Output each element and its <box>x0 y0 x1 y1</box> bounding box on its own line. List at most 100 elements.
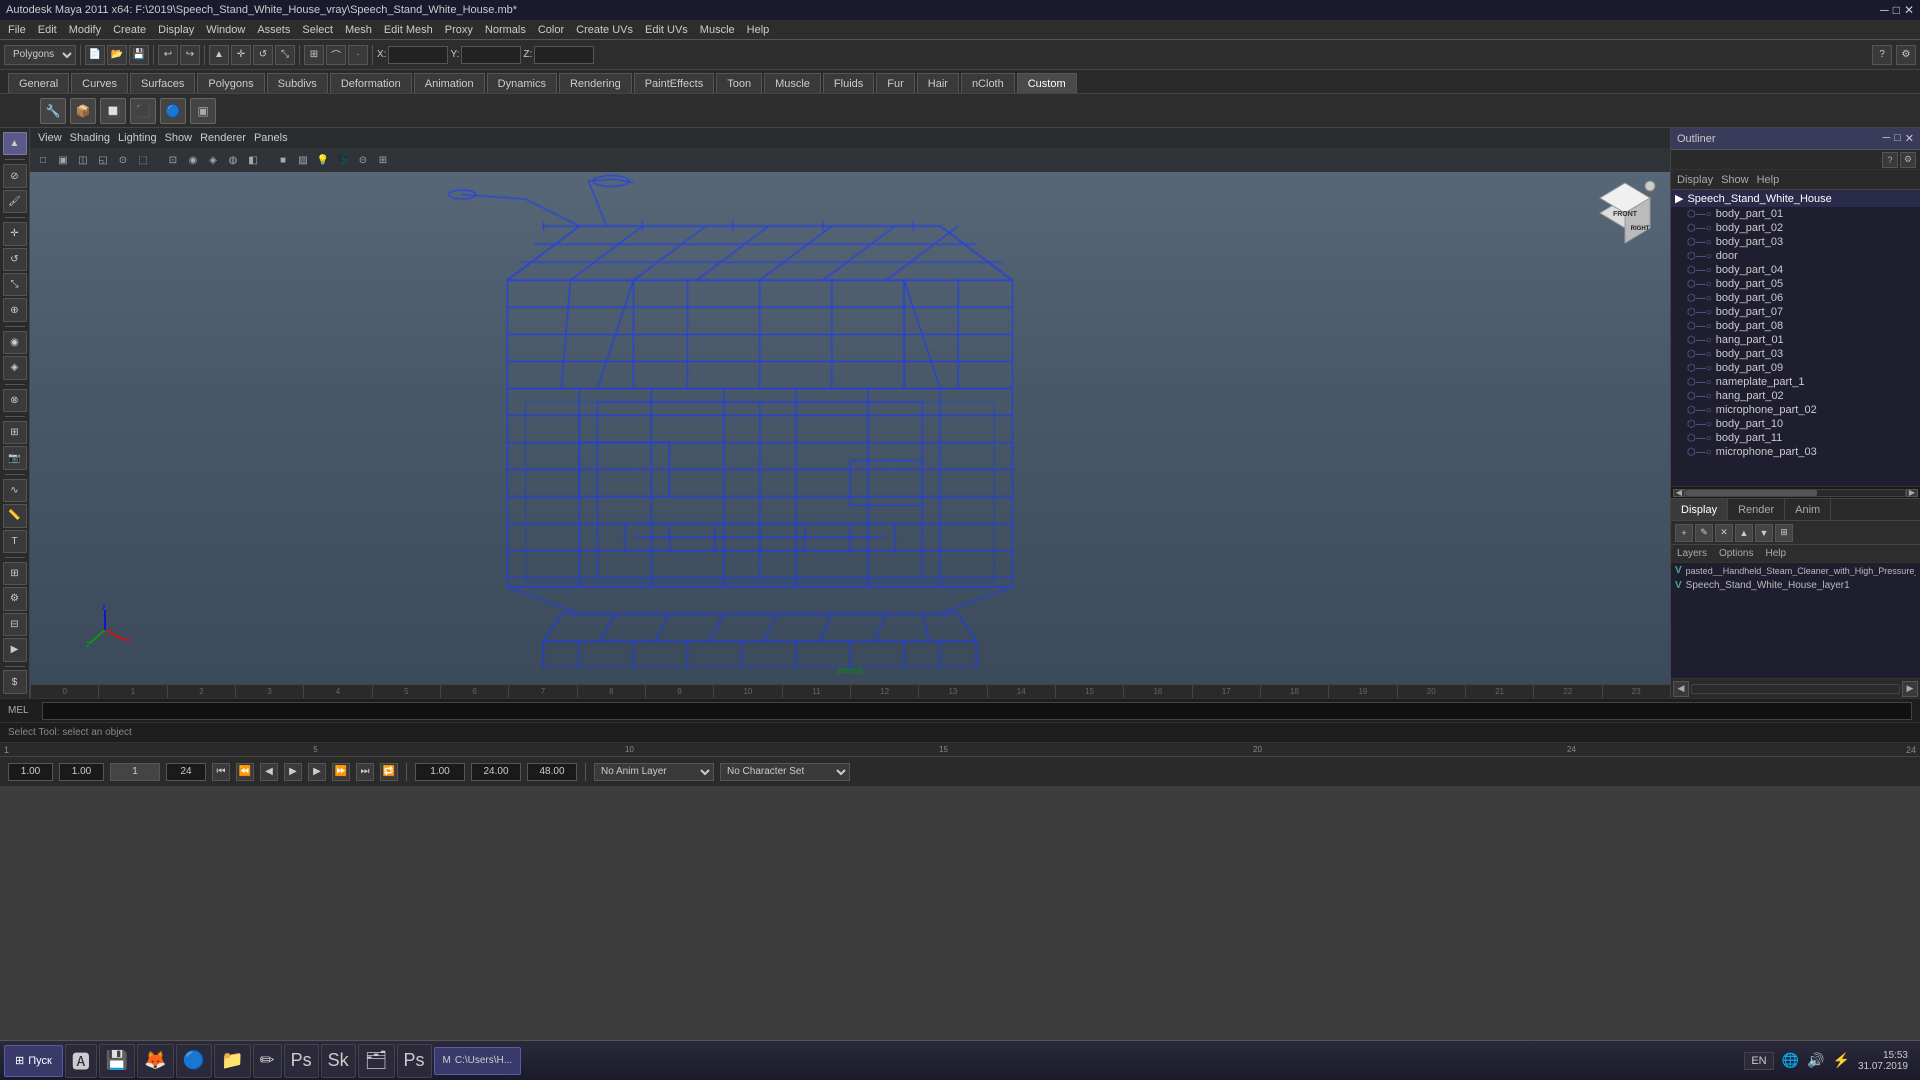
lang-selector[interactable]: EN <box>1744 1052 1773 1070</box>
vp-icon-shadow[interactable]: 🌑 <box>334 151 352 169</box>
vp-icon-6[interactable]: ⬚ <box>134 151 152 169</box>
taskbar-save-icon[interactable]: 💾 <box>99 1044 135 1078</box>
taskbar-sk-icon[interactable]: Sk <box>321 1044 356 1078</box>
settings-icon[interactable]: ⚙ <box>1896 45 1916 65</box>
scale-tool[interactable]: ⤡ <box>275 45 295 65</box>
tab-custom[interactable]: Custom <box>1017 73 1077 93</box>
vp-icon-lights[interactable]: 💡 <box>314 151 332 169</box>
measure-btn[interactable]: 📏 <box>3 504 27 527</box>
layer-btn-5[interactable]: ▼ <box>1755 524 1773 542</box>
tab-toon[interactable]: Toon <box>716 73 762 93</box>
tree-item-3[interactable]: ⬡—○ body_part_03 <box>1671 235 1920 249</box>
x-input[interactable] <box>388 46 448 64</box>
shelf-icon-2[interactable]: 📦 <box>70 98 96 124</box>
tree-item-17[interactable]: ⬡—○ body_part_11 <box>1671 431 1920 445</box>
rotate-tool[interactable]: ↺ <box>253 45 273 65</box>
tree-item-5[interactable]: ⬡—○ body_part_04 <box>1671 263 1920 277</box>
vp-icon-2[interactable]: ▣ <box>54 151 72 169</box>
rp-scroll-right[interactable]: ▶ <box>1902 681 1918 697</box>
vp-menu-show[interactable]: Show <box>165 132 193 144</box>
move-tool[interactable]: ✛ <box>231 45 251 65</box>
tree-item-6[interactable]: ⬡—○ body_part_05 <box>1671 277 1920 291</box>
next-key-btn[interactable]: ⏩ <box>332 763 350 781</box>
menu-display[interactable]: Display <box>158 24 194 36</box>
total-frames-input[interactable] <box>166 763 206 781</box>
tab-fur[interactable]: Fur <box>876 73 915 93</box>
vp-icon-4[interactable]: ◱ <box>94 151 112 169</box>
layer-opt-help[interactable]: Help <box>1765 548 1786 559</box>
select-mode-btn[interactable]: ▲ <box>3 132 27 155</box>
scrollbar-thumb[interactable] <box>1686 490 1817 496</box>
move-btn[interactable]: ✛ <box>3 222 27 245</box>
tab-animation[interactable]: Animation <box>414 73 485 93</box>
undo-btn[interactable]: ↩ <box>158 45 178 65</box>
active-window-btn[interactable]: M C:\Users\H... <box>434 1047 522 1075</box>
tab-surfaces[interactable]: Surfaces <box>130 73 195 93</box>
taskbar-ps-icon[interactable]: Ps <box>284 1044 319 1078</box>
menu-modify[interactable]: Modify <box>69 24 101 36</box>
tab-curves[interactable]: Curves <box>71 73 128 93</box>
new-btn[interactable]: 📄 <box>85 45 105 65</box>
taskbar-file-icon[interactable]: 📁 <box>214 1044 250 1078</box>
vp-icon-3[interactable]: ◫ <box>74 151 92 169</box>
text-btn[interactable]: T <box>3 530 27 553</box>
scroll-left[interactable]: ◀ <box>1673 489 1685 497</box>
tree-item-16[interactable]: ⬡—○ body_part_10 <box>1671 417 1920 431</box>
volume-icon[interactable]: 🔊 <box>1807 1052 1824 1069</box>
tree-item-15[interactable]: ⬡—○ microphone_part_02 <box>1671 403 1920 417</box>
mode-dropdown[interactable]: Polygons <box>4 45 76 65</box>
outliner-close[interactable]: ✕ <box>1905 132 1914 145</box>
loop-btn[interactable]: 🔁 <box>380 763 398 781</box>
redo-btn[interactable]: ↪ <box>180 45 200 65</box>
tab-fluids[interactable]: Fluids <box>823 73 874 93</box>
layer-btn-6[interactable]: ⊞ <box>1775 524 1793 542</box>
render-quick-btn[interactable]: ▶ <box>3 638 27 661</box>
paint-sel-btn[interactable]: 🖌 <box>3 190 27 213</box>
scale-btn[interactable]: ⤡ <box>3 273 27 296</box>
viewport[interactable]: View Shading Lighting Show Renderer Pane… <box>30 128 1670 698</box>
tree-item-4[interactable]: ⬡—○ door <box>1671 249 1920 263</box>
open-btn[interactable]: 📂 <box>107 45 127 65</box>
prev-key-btn[interactable]: ⏪ <box>236 763 254 781</box>
tab-dynamics[interactable]: Dynamics <box>487 73 557 93</box>
prev-frame-btn[interactable]: ◀ <box>260 763 278 781</box>
tab-deformation[interactable]: Deformation <box>330 73 412 93</box>
y-input[interactable] <box>461 46 521 64</box>
tree-root[interactable]: ▶ Speech_Stand_White_House <box>1671 190 1920 207</box>
menu-color[interactable]: Color <box>538 24 564 36</box>
shelf-icon-5[interactable]: 🔵 <box>160 98 186 124</box>
outliner-tab-help[interactable]: Help <box>1757 174 1780 186</box>
view3-btn[interactable]: ⊟ <box>3 613 27 636</box>
nav-cube[interactable]: FRONT RIGHT <box>1590 178 1660 248</box>
layer-tab-anim[interactable]: Anim <box>1785 499 1831 520</box>
menu-createuvs[interactable]: Create UVs <box>576 24 633 36</box>
max-frame[interactable] <box>527 763 577 781</box>
vp-icon-10[interactable]: ⊞ <box>374 151 392 169</box>
menu-edituvs[interactable]: Edit UVs <box>645 24 688 36</box>
menu-file[interactable]: File <box>8 24 26 36</box>
current-frame-input[interactable] <box>110 763 160 781</box>
layer-btn-4[interactable]: ▲ <box>1735 524 1753 542</box>
end-frame-input[interactable] <box>59 763 104 781</box>
scroll-right[interactable]: ▶ <box>1906 489 1918 497</box>
tree-item-10[interactable]: ⬡—○ hang_part_01 <box>1671 333 1920 347</box>
layer-item-2[interactable]: V Speech_Stand_White_House_layer1 <box>1671 578 1920 593</box>
tree-item-9[interactable]: ⬡—○ body_part_08 <box>1671 319 1920 333</box>
power-icon[interactable]: ⚡ <box>1833 1052 1850 1069</box>
taskbar-files-icon[interactable]: 🗂 <box>358 1044 395 1078</box>
taskbar-ps2-icon[interactable]: Ps <box>397 1044 432 1078</box>
goto-start-btn[interactable]: ⏮ <box>212 763 230 781</box>
menu-assets[interactable]: Assets <box>257 24 290 36</box>
tree-item-14[interactable]: ⬡—○ hang_part_02 <box>1671 389 1920 403</box>
goto-end-btn[interactable]: ⏭ <box>356 763 374 781</box>
maximize-btn[interactable]: □ <box>1893 3 1900 17</box>
menu-window[interactable]: Window <box>206 24 245 36</box>
menu-muscle[interactable]: Muscle <box>700 24 735 36</box>
next-frame-btn[interactable]: ▶ <box>308 763 326 781</box>
tab-hair[interactable]: Hair <box>917 73 959 93</box>
vp-icon-shading[interactable]: ■ <box>274 151 292 169</box>
vp-icon-8[interactable]: ◍ <box>224 151 242 169</box>
shelf-icon-4[interactable]: ⬛ <box>130 98 156 124</box>
tree-item-18[interactable]: ⬡—○ microphone_part_03 <box>1671 445 1920 459</box>
tree-item-2[interactable]: ⬡—○ body_part_02 <box>1671 221 1920 235</box>
